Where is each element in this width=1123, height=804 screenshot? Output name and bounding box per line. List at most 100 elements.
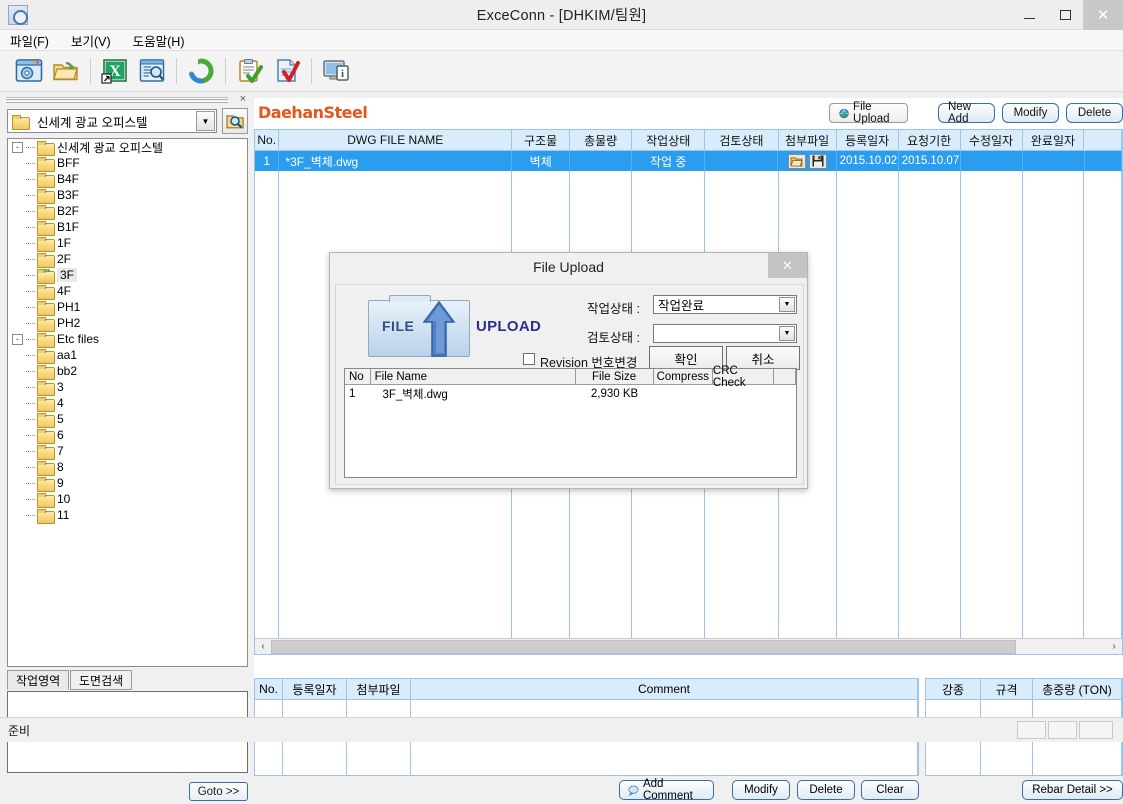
clipboard-check-icon[interactable]	[233, 54, 267, 88]
upload-column-header[interactable]	[774, 369, 796, 384]
maximize-button[interactable]	[1047, 0, 1083, 30]
tree-item[interactable]: B1F	[8, 219, 247, 235]
open-file-icon[interactable]	[788, 154, 806, 169]
tree-expander-icon[interactable]: -	[12, 142, 23, 153]
scroll-right-arrow-icon[interactable]: ›	[1106, 639, 1122, 654]
grid-column-header[interactable]: 수정일자	[961, 130, 1023, 150]
tree-item[interactable]: 8	[8, 459, 247, 475]
upload-column-header[interactable]: Compress	[654, 369, 713, 384]
tree-item[interactable]: BFF	[8, 155, 247, 171]
tree-item[interactable]: B4F	[8, 171, 247, 187]
tree-item[interactable]: PH1	[8, 299, 247, 315]
grid-column-header[interactable]: DWG FILE NAME	[279, 130, 512, 150]
tree-item[interactable]: PH2	[8, 315, 247, 331]
monitor-info-icon[interactable]: i	[319, 54, 353, 88]
grid-column-header[interactable]: No.	[255, 130, 279, 150]
chevron-down-icon[interactable]: ▼	[779, 297, 795, 312]
grid-horizontal-scrollbar[interactable]: ‹ ›	[255, 638, 1122, 654]
menu-item-help[interactable]: 도움말(H)	[133, 31, 185, 50]
tree-item[interactable]: 5	[8, 411, 247, 427]
excel-export-icon[interactable]: X	[98, 54, 132, 88]
tab-drawing-search[interactable]: 도면검색	[70, 670, 132, 690]
chevron-down-icon[interactable]: ▼	[779, 326, 795, 341]
project-combo[interactable]: 신세계 광교 오피스텔 ▼	[7, 109, 217, 133]
open-folder-icon[interactable]	[49, 54, 83, 88]
grid-column-header[interactable]	[1084, 130, 1122, 150]
grid-column-header[interactable]: 등록일자	[837, 130, 899, 150]
upload-column-header[interactable]: No	[345, 369, 371, 384]
goto-button[interactable]: Goto >>	[189, 782, 248, 801]
minimize-button[interactable]	[1011, 0, 1047, 30]
rebar-column-header[interactable]: 규격	[981, 679, 1033, 699]
scroll-track[interactable]	[271, 640, 1106, 654]
tree-item[interactable]: bb2	[8, 363, 247, 379]
comment-column-header[interactable]: Comment	[411, 679, 918, 699]
tree-item[interactable]: 2F	[8, 251, 247, 267]
tree-expander-icon[interactable]: -	[12, 334, 23, 345]
add-comment-button[interactable]: Add Comment	[619, 780, 714, 800]
upload-column-header[interactable]: File Name	[371, 369, 576, 384]
brand-bar: DaehanSteel File Upload New Add Modify D…	[254, 98, 1123, 129]
menu-item-file[interactable]: 파일(F)	[10, 31, 49, 50]
comment-column-header[interactable]: No.	[255, 679, 283, 699]
grid-column-header[interactable]: 작업상태	[632, 130, 705, 150]
tree-item[interactable]: 4F	[8, 283, 247, 299]
tree-item[interactable]: 6	[8, 427, 247, 443]
document-check-icon[interactable]	[270, 54, 304, 88]
save-file-icon[interactable]	[809, 154, 827, 169]
tree-item[interactable]: 3F	[8, 267, 247, 283]
tree-item[interactable]: aa1	[8, 347, 247, 363]
folder-tree[interactable]: -신세계 광교 오피스텔BFFB4FB3FB2FB1F1F2F3F4FPH1PH…	[7, 138, 248, 667]
sidebar-close-icon[interactable]: ×	[240, 93, 246, 105]
rebar-detail-button[interactable]: Rebar Detail >>	[1022, 780, 1123, 800]
grid-column-header[interactable]: 총물량	[570, 130, 632, 150]
chevron-down-icon[interactable]: ▼	[196, 111, 215, 131]
search-folder-icon[interactable]	[222, 108, 248, 134]
rebar-column-header[interactable]: 강종	[926, 679, 981, 699]
comment-clear-button[interactable]: Clear	[861, 780, 919, 800]
rebar-column-header[interactable]: 총중량 (TON)	[1033, 679, 1122, 699]
scroll-thumb[interactable]	[271, 640, 1016, 654]
tree-item[interactable]: -Etc files	[8, 331, 247, 347]
new-add-button[interactable]: New Add	[938, 103, 995, 123]
upload-column-header[interactable]: File Size	[576, 369, 654, 384]
tree-item[interactable]: B2F	[8, 203, 247, 219]
tree-item[interactable]: 10	[8, 491, 247, 507]
report-search-icon[interactable]	[135, 54, 169, 88]
dialog-ok-button[interactable]: 확인	[649, 346, 723, 370]
close-button[interactable]: ✕	[1083, 0, 1123, 30]
grid-column-header[interactable]: 구조물	[512, 130, 570, 150]
tree-item[interactable]: B3F	[8, 187, 247, 203]
revision-checkbox[interactable]	[523, 353, 535, 365]
grid-column-header[interactable]: 검토상태	[705, 130, 778, 150]
refresh-icon[interactable]	[184, 54, 218, 88]
project-settings-icon[interactable]	[12, 54, 46, 88]
delete-button[interactable]: Delete	[1066, 103, 1123, 123]
file-upload-button[interactable]: File Upload	[829, 103, 908, 123]
review-status-combo[interactable]: ▼	[653, 324, 797, 343]
comment-modify-button[interactable]: Modify	[732, 780, 790, 800]
tree-item[interactable]: 1F	[8, 235, 247, 251]
upload-file-list[interactable]: NoFile NameFile SizeCompressCRC Check 13…	[344, 368, 797, 478]
upload-file-row[interactable]: 13F_벽체.dwg2,930 KB	[345, 385, 796, 402]
dialog-close-icon[interactable]: ✕	[768, 253, 807, 278]
tree-item[interactable]: 3	[8, 379, 247, 395]
tab-work-area[interactable]: 작업영역	[7, 670, 69, 690]
tree-item[interactable]: 9	[8, 475, 247, 491]
tree-item[interactable]: 11	[8, 507, 247, 523]
comment-delete-button[interactable]: Delete	[797, 780, 855, 800]
grid-column-header[interactable]: 첨부파일	[779, 130, 837, 150]
tree-item[interactable]: -신세계 광교 오피스텔	[8, 139, 247, 155]
tree-item[interactable]: 7	[8, 443, 247, 459]
comment-column-header[interactable]: 첨부파일	[347, 679, 411, 699]
work-status-combo[interactable]: 작업완료 ▼	[653, 295, 797, 314]
grid-column-header[interactable]: 완료일자	[1023, 130, 1085, 150]
grid-column-header[interactable]: 요청기한	[899, 130, 961, 150]
modify-button[interactable]: Modify	[1002, 103, 1059, 123]
menu-item-view[interactable]: 보기(V)	[71, 31, 111, 50]
scroll-left-arrow-icon[interactable]: ‹	[255, 639, 271, 654]
table-row[interactable]: 1*3F_벽체.dwg벽체작업 중2015.10.022015.10.07	[255, 151, 1122, 171]
upload-column-header[interactable]: CRC Check	[713, 369, 774, 384]
tree-item[interactable]: 4	[8, 395, 247, 411]
comment-column-header[interactable]: 등록일자	[283, 679, 347, 699]
